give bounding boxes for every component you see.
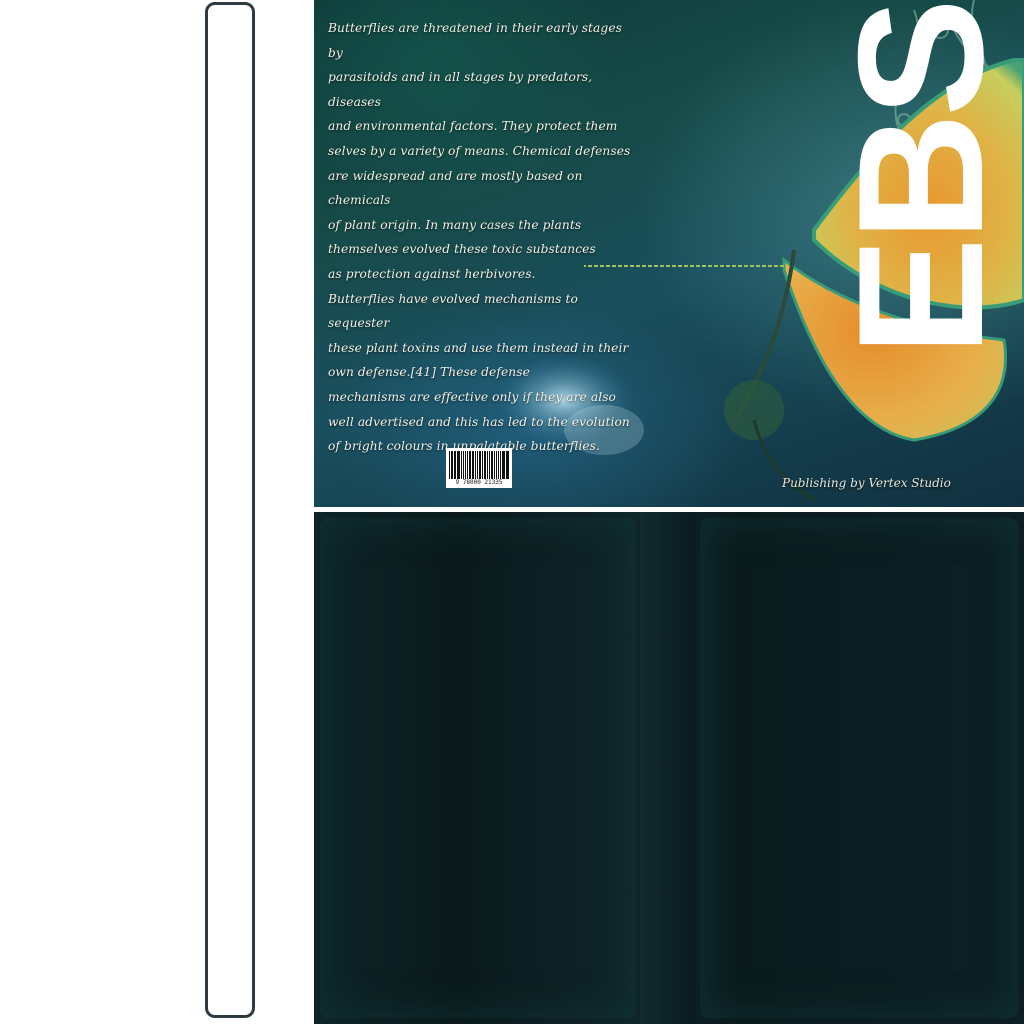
- barcode-bar: [469, 451, 471, 479]
- back-text-line: own defense.[41] These defense: [328, 365, 530, 380]
- barcode-bar: [449, 451, 450, 479]
- barcode-bars: [449, 451, 510, 479]
- barcode-bar: [455, 451, 457, 479]
- barcode-bar: [453, 451, 455, 479]
- inside-spine-panel: [640, 512, 696, 1024]
- barcode-bar: [481, 451, 483, 479]
- barcode-bar: [493, 451, 495, 479]
- back-cover-top: Butterflies are threatened in their earl…: [314, 0, 1024, 507]
- back-text-line: of plant origin. In many cases the plant…: [328, 217, 582, 232]
- cover-inside-panel: [314, 512, 1024, 1024]
- back-text-line: and environmental factors. They protect …: [328, 119, 618, 134]
- back-text-line: mechanisms are effective only if they ar…: [328, 389, 616, 404]
- barcode-bar: [505, 451, 507, 479]
- barcode-bar: [460, 451, 462, 479]
- spine-strip: [205, 2, 255, 1018]
- barcode-bar: [462, 451, 465, 479]
- barcode: 9 78000 21335: [446, 448, 512, 488]
- inside-left-panel: [320, 518, 636, 1018]
- barcode-bar: [450, 451, 453, 479]
- back-text-line: are widespread and are mostly based on c…: [328, 168, 583, 208]
- back-text-line: selves by a variety of means. Chemical d…: [328, 143, 631, 158]
- publisher-credit: Publishing by Vertex Studio: [782, 476, 951, 490]
- barcode-bar: [495, 451, 498, 479]
- barcode-bar: [489, 451, 490, 479]
- barcode-bar: [457, 451, 460, 479]
- barcode-bar: [471, 451, 475, 479]
- back-text-line: these plant toxins and use them instead …: [328, 340, 629, 355]
- back-text-line: Butterflies are threatened in their earl…: [328, 21, 622, 60]
- back-text-line: as protection against herbivores.: [328, 266, 536, 281]
- barcode-bar: [498, 451, 500, 479]
- barcode-number: 9 78000 21335: [455, 479, 503, 486]
- barcode-bar: [490, 451, 493, 479]
- back-text-line: themselves evolved these toxic substance…: [328, 242, 596, 257]
- back-cover-text: Butterflies are threatened in their earl…: [328, 16, 633, 459]
- inside-right-panel: [700, 518, 1018, 1018]
- barcode-bar: [501, 451, 505, 479]
- barcode-bar: [477, 451, 479, 479]
- back-text-line: Butterflies have evolved mechanisms to s…: [328, 291, 578, 331]
- back-text-line: well advertised and this has led to the …: [328, 414, 630, 429]
- cover-title: EBS: [821, 2, 1020, 356]
- barcode-bar: [475, 451, 477, 479]
- barcode-bar: [465, 451, 467, 479]
- barcode-bar: [479, 451, 481, 479]
- back-text-line: parasitoids and in all stages by predato…: [328, 70, 593, 109]
- barcode-bar: [487, 451, 489, 479]
- barcode-bar: [483, 451, 487, 479]
- barcode-bar: [507, 451, 510, 479]
- barcode-bar: [500, 451, 501, 479]
- barcode-bar: [467, 451, 469, 479]
